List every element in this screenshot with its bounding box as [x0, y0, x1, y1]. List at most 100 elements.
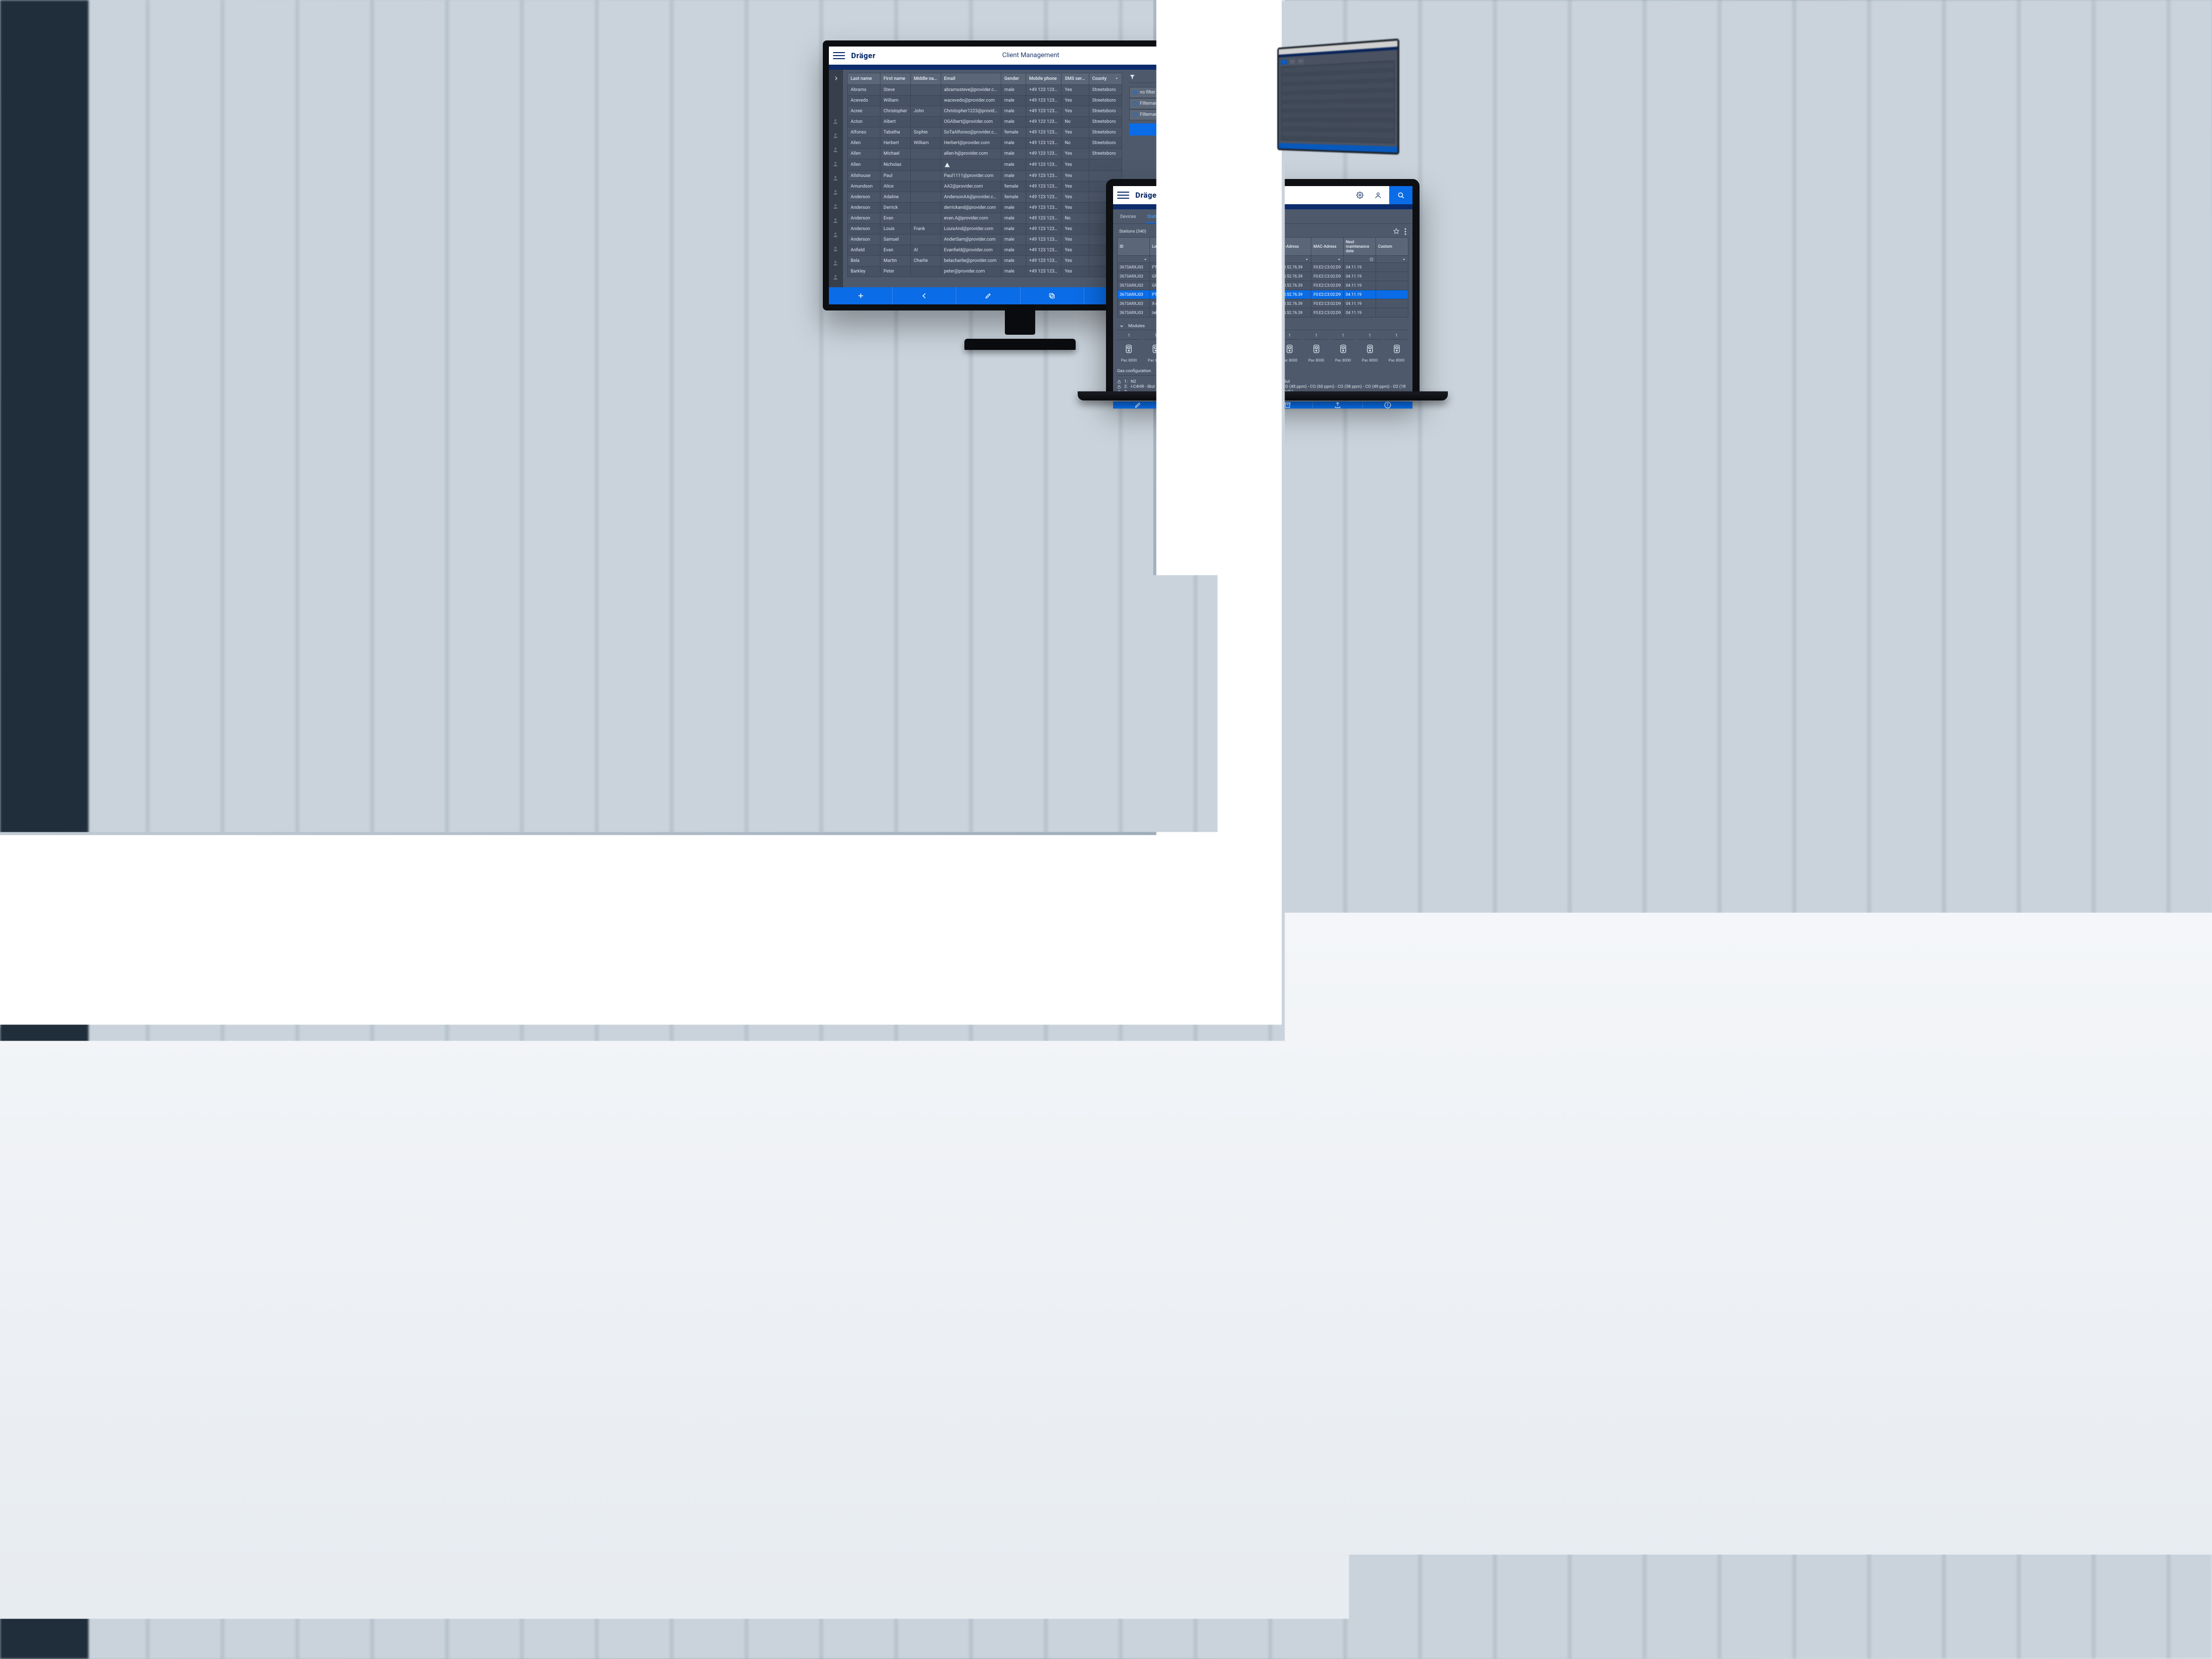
table-row[interactable]: AndersonDerrickderrickand@provider.comma…: [848, 203, 1122, 213]
add-filter-button[interactable]: [1129, 123, 1207, 136]
module-slot[interactable]: 1Pac 8000: [1144, 333, 1168, 363]
col-header[interactable]: Email: [941, 73, 1001, 85]
back-button[interactable]: [893, 287, 956, 304]
table-row[interactable]: AmundsonAliceAA2@provider.comfemale+49 1…: [848, 182, 1122, 192]
table-row[interactable]: AllenMichaelallen-h@provider.commale+49 …: [848, 149, 1122, 159]
table-row[interactable]: 3673ARXJ03X-am 8000 5erOnlineOK04.11.191…: [1118, 299, 1408, 308]
filter-item[interactable]: Filtername_02: [1129, 98, 1207, 109]
copy-button[interactable]: [1021, 287, 1084, 304]
module-label: Pac 8000: [1201, 358, 1217, 363]
col-header[interactable]: Gender: [1001, 73, 1026, 85]
delete-button[interactable]: [1163, 401, 1213, 409]
table-row[interactable]: ActonAlbertOGAlbert@provider.commale+49 …: [848, 117, 1122, 127]
module-slot[interactable]: 1Pac 8000: [1277, 333, 1301, 363]
table-row[interactable]: 3673ARXJ03GFK6-45OfflineNOT OK04.11.1910…: [1118, 272, 1408, 281]
cell: 04.11.19: [1344, 290, 1376, 299]
col-filter[interactable]: [1214, 256, 1247, 263]
module-slot[interactable]: 1Pac 8000: [1385, 333, 1408, 363]
edit-button[interactable]: [956, 287, 1020, 304]
col-filter[interactable]: [1344, 256, 1376, 263]
col-header[interactable]: First name: [880, 73, 911, 85]
table-row[interactable]: AllshousePaulPaul1111@provider.commale+4…: [848, 171, 1122, 182]
col-filter[interactable]: [1311, 256, 1344, 263]
menu-icon[interactable]: [833, 50, 845, 62]
chevron-down-icon[interactable]: [1119, 324, 1124, 329]
filter-label: Filtername_02: [1140, 101, 1200, 106]
col-filter[interactable]: [1118, 256, 1150, 263]
export-button[interactable]: [1313, 401, 1363, 409]
table-row[interactable]: AcevedoWilliamwacevedo@provider.commale+…: [848, 96, 1122, 106]
col-header[interactable]: Custom: [1376, 238, 1408, 256]
page-title: Master Data: [1160, 191, 1351, 199]
star-icon[interactable]: [1393, 228, 1399, 234]
account-button[interactable]: [1369, 186, 1387, 204]
cell: [1376, 272, 1408, 281]
module-slot[interactable]: 1Pac 8000: [1331, 333, 1355, 363]
search-button[interactable]: [1188, 47, 1211, 65]
filter-label: Filtername_03: [1140, 112, 1200, 117]
filter-item[interactable]: no filter: [1129, 87, 1207, 98]
table-row[interactable]: AcreeChristopherJohnChristopher1223@prov…: [848, 106, 1122, 117]
col-filter[interactable]: [1149, 256, 1182, 263]
col-header[interactable]: Location: [1149, 238, 1182, 256]
settings-button[interactable]: [1351, 186, 1369, 204]
menu-icon[interactable]: [1117, 189, 1129, 201]
cell: OK: [1214, 290, 1247, 299]
col-header[interactable]: ID: [1118, 238, 1150, 256]
table-row[interactable]: 3673ARXJ03table-cellOfflineNOT OK04.11.1…: [1118, 308, 1408, 318]
col-header[interactable]: Connection: [1182, 238, 1214, 256]
tab-stations[interactable]: Stations: [1146, 212, 1165, 223]
cell: Sophie: [910, 127, 941, 138]
expand-sidebar-button[interactable]: [831, 74, 840, 83]
col-header[interactable]: Middle name: [910, 73, 941, 85]
col-header[interactable]: Next maintenance date: [1344, 238, 1376, 256]
table-row[interactable]: BarkleyPeterpeter@provider.commale+49 12…: [848, 266, 1122, 277]
table-row[interactable]: AllenHerbertWilliamHerbert@provider.comm…: [848, 138, 1122, 149]
table-row[interactable]: AndersonSamuelAnderSam@provider.commale+…: [848, 235, 1122, 245]
cell: Anderson: [848, 235, 880, 245]
col-header[interactable]: Mobile phone: [1026, 73, 1061, 85]
copy-button[interactable]: [1213, 401, 1263, 409]
tab-devices[interactable]: Devices: [1119, 212, 1137, 223]
table-row[interactable]: AndersonLouisFrankLouisAnd@provider.comm…: [848, 224, 1122, 235]
col-header[interactable]: County: [1089, 73, 1122, 85]
module-slot[interactable]: 1Pac 8000: [1251, 333, 1275, 363]
plus-button[interactable]: [829, 287, 893, 304]
plus-icon: [1165, 126, 1172, 133]
cell: evan.A@provider.com: [941, 213, 1001, 224]
col-header[interactable]: SMS service: [1061, 73, 1089, 85]
table-row[interactable]: AllenNicholasmale+49 123 123 12Yes: [848, 159, 1122, 171]
table-row[interactable]: AnfieldEvanAlEvanfield@provider.commale+…: [848, 245, 1122, 256]
module-slot[interactable]: 1Pac 8000: [1224, 333, 1248, 363]
table-row[interactable]: 3673ARXJ03PTK 12OnlineOK04.11.1910.52.76…: [1118, 263, 1408, 272]
col-filter[interactable]: [1247, 256, 1279, 263]
module-slot[interactable]: 1Pac 8000: [1117, 333, 1141, 363]
col-header[interactable]: Firmware Version: [1247, 238, 1279, 256]
table-row[interactable]: AndersonAdalineAndersonAA@provider.comfe…: [848, 192, 1122, 203]
edit-button[interactable]: [1113, 401, 1163, 409]
col-header[interactable]: IP-Adress: [1279, 238, 1311, 256]
filter-item[interactable]: Filtername_03: [1129, 109, 1207, 120]
col-header[interactable]: Last name: [848, 73, 880, 85]
table-row[interactable]: AbramsSteveabramssteve@provider.commale+…: [848, 85, 1122, 96]
more-icon[interactable]: [1404, 228, 1406, 235]
col-filter[interactable]: [1279, 256, 1311, 263]
cell: Yes: [1061, 245, 1089, 256]
col-header[interactable]: MAC-Adress: [1311, 238, 1344, 256]
module-slot[interactable]: 1Pac 8000: [1171, 333, 1195, 363]
table-row[interactable]: AlfonsoTabathaSophieSoTaAlfonso@provider…: [848, 127, 1122, 138]
table-row[interactable]: BelaMartinCharliebelacharlie@provider.co…: [848, 256, 1122, 266]
module-slot[interactable]: 1Pac 8000: [1304, 333, 1328, 363]
col-header[interactable]: Status: [1214, 238, 1247, 256]
table-row[interactable]: 3673ARXJ03GFK6-6OnlineOK04.11.1910.52.76…: [1118, 281, 1408, 290]
info-button[interactable]: [1363, 401, 1412, 409]
module-slot[interactable]: 1Pac 8000: [1358, 333, 1382, 363]
col-filter[interactable]: [1182, 256, 1214, 263]
archive-button[interactable]: [1263, 401, 1313, 409]
module-slot[interactable]: 1Pac 8000: [1198, 333, 1221, 363]
search-button[interactable]: [1389, 186, 1412, 204]
table-row[interactable]: AndersonEvanevan.A@provider.commale+49 1…: [848, 213, 1122, 224]
cell: Yes: [1061, 149, 1089, 159]
col-filter[interactable]: [1376, 256, 1408, 263]
table-row[interactable]: 3673ARXJ03PTG 49OnlineOK04.11.1910.52.76…: [1118, 290, 1408, 299]
